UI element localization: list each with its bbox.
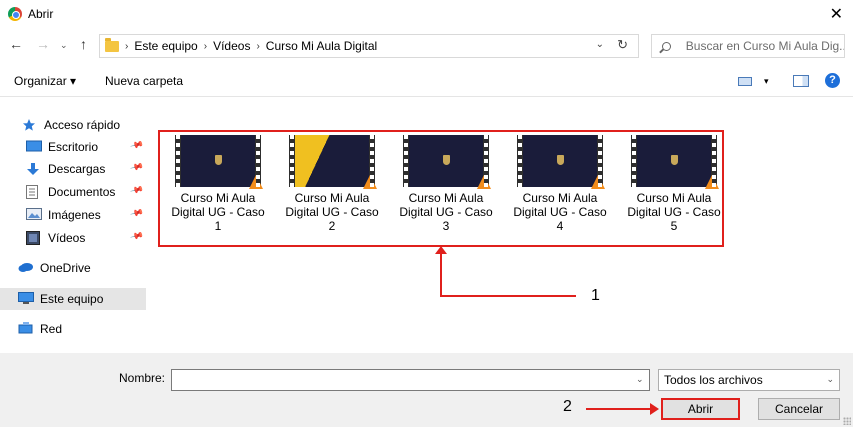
sidebar-item-label: Escritorio bbox=[48, 140, 99, 154]
address-bar[interactable]: › Este equipo › Vídeos › Curso Mi Aula D… bbox=[99, 34, 639, 58]
chevron-right-icon: › bbox=[256, 40, 260, 52]
cancel-button[interactable]: Cancelar bbox=[758, 398, 840, 420]
filename-label: Nombre: bbox=[119, 371, 166, 385]
chevron-right-icon: › bbox=[125, 40, 129, 52]
sidebar-item-label: Imágenes bbox=[48, 208, 101, 222]
breadcrumb-este-equipo[interactable]: Este equipo bbox=[134, 39, 197, 53]
navigation-pane: Acceso rápido Escritorio 📌 Descargas 📌 D… bbox=[0, 97, 150, 347]
video-icon bbox=[26, 231, 42, 245]
breadcrumb-videos[interactable]: Vídeos bbox=[213, 39, 250, 53]
sidebar-item-acceso-rapido[interactable]: Acceso rápido bbox=[0, 114, 146, 136]
chevron-down-icon[interactable]: ⌄ bbox=[636, 374, 644, 385]
sidebar-item-label: Documentos bbox=[48, 185, 116, 199]
open-button[interactable]: Abrir bbox=[661, 398, 740, 420]
image-icon bbox=[26, 208, 42, 222]
desktop-icon bbox=[26, 140, 42, 154]
download-icon bbox=[26, 162, 42, 176]
sidebar-item-documentos[interactable]: Documentos 📌 bbox=[0, 181, 146, 203]
annotation-arrow bbox=[440, 295, 576, 297]
navigation-bar: ← → ⌄ ↑ › Este equipo › Vídeos › Curso M… bbox=[0, 31, 853, 61]
search-placeholder: Buscar en Curso Mi Aula Dig... bbox=[685, 39, 844, 53]
chrome-icon bbox=[8, 7, 22, 21]
search-icon bbox=[662, 41, 671, 51]
network-icon bbox=[18, 322, 34, 336]
breadcrumb-curso[interactable]: Curso Mi Aula Digital bbox=[266, 39, 377, 53]
back-arrow-icon[interactable]: ← bbox=[9, 36, 23, 52]
cloud-icon bbox=[18, 261, 34, 275]
sidebar-item-imagenes[interactable]: Imágenes 📌 bbox=[0, 204, 146, 226]
window-title: Abrir bbox=[28, 7, 54, 21]
sidebar-item-videos[interactable]: Vídeos 📌 bbox=[0, 227, 146, 249]
sidebar-item-escritorio[interactable]: Escritorio 📌 bbox=[0, 136, 146, 158]
annotation-label-1: 1 bbox=[591, 287, 600, 304]
sidebar-item-label: Acceso rápido bbox=[44, 118, 121, 132]
new-folder-button[interactable]: Nueva carpeta bbox=[105, 74, 183, 88]
file-list: Curso Mi Aula Digital UG - Caso 1 Curso Mi… bbox=[150, 97, 853, 347]
annotation-arrow bbox=[440, 249, 442, 297]
sidebar-item-onedrive[interactable]: OneDrive bbox=[0, 257, 146, 279]
pin-icon[interactable]: 📌 bbox=[129, 206, 144, 221]
title-bar: Abrir ✕ bbox=[0, 0, 853, 28]
pin-icon[interactable]: 📌 bbox=[129, 138, 144, 153]
pin-icon[interactable]: 📌 bbox=[129, 229, 144, 244]
annotation-label-2: 2 bbox=[563, 398, 572, 415]
annotation-arrow-head bbox=[650, 403, 659, 415]
star-icon bbox=[22, 118, 38, 132]
pin-icon[interactable]: 📌 bbox=[129, 183, 144, 198]
forward-arrow-icon[interactable]: → bbox=[36, 36, 50, 52]
sidebar-item-label: Descargas bbox=[48, 162, 106, 176]
sidebar-item-label: Red bbox=[40, 322, 63, 336]
refresh-icon[interactable]: ↻ bbox=[617, 37, 628, 53]
computer-icon bbox=[18, 292, 34, 306]
sidebar-item-label: Este equipo bbox=[40, 292, 104, 306]
resize-grip[interactable] bbox=[843, 417, 851, 425]
preview-pane-icon[interactable] bbox=[793, 75, 809, 87]
sidebar-item-este-equipo[interactable]: Este equipo bbox=[0, 288, 146, 310]
search-input[interactable]: Buscar en Curso Mi Aula Dig... bbox=[651, 34, 845, 58]
file-type-select[interactable]: Todos los archivos ⌄ bbox=[658, 369, 840, 391]
sidebar-item-label: OneDrive bbox=[40, 261, 91, 275]
sidebar-item-red[interactable]: Red bbox=[0, 318, 146, 340]
document-icon bbox=[26, 185, 42, 199]
dialog-footer: Nombre: ⌄ Todos los archivos ⌄ 2 Abrir C… bbox=[0, 353, 853, 427]
view-options-icon[interactable] bbox=[738, 77, 752, 86]
recent-locations-icon[interactable]: ⌄ bbox=[60, 40, 68, 51]
chevron-down-icon: ⌄ bbox=[826, 374, 834, 384]
up-arrow-icon[interactable]: ↑ bbox=[80, 36, 87, 52]
folder-icon bbox=[105, 37, 119, 52]
filename-input[interactable] bbox=[171, 369, 650, 391]
close-icon[interactable]: ✕ bbox=[830, 4, 843, 24]
annotation-arrow bbox=[586, 408, 652, 410]
chevron-right-icon: › bbox=[203, 40, 208, 52]
organize-button[interactable]: Organizar ▾ bbox=[14, 74, 76, 88]
chevron-down-icon[interactable]: ▾ bbox=[764, 76, 769, 87]
sidebar-item-descargas[interactable]: Descargas 📌 bbox=[0, 158, 146, 180]
annotation-frame bbox=[158, 130, 724, 247]
file-type-value: Todos los archivos bbox=[664, 373, 763, 387]
pin-icon[interactable]: 📌 bbox=[129, 160, 144, 175]
sidebar-item-label: Vídeos bbox=[48, 231, 86, 245]
help-icon[interactable]: ? bbox=[825, 73, 840, 88]
command-toolbar: Organizar ▾ Nueva carpeta ▾ ? bbox=[0, 66, 853, 96]
chevron-down-icon[interactable]: ⌄ bbox=[596, 39, 604, 50]
